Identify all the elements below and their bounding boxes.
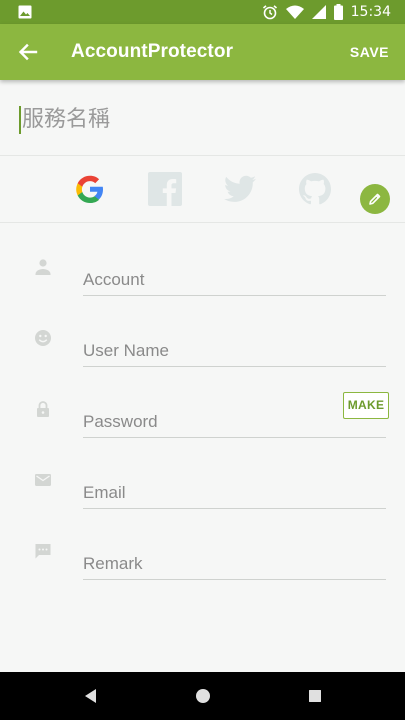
username-label: User Name: [83, 341, 169, 360]
make-password-button[interactable]: MAKE: [343, 392, 389, 419]
lock-icon: [37, 401, 49, 417]
google-icon[interactable]: [73, 172, 107, 206]
signal-icon: [311, 5, 326, 19]
app-bar: AccountProtector SAVE: [0, 24, 405, 80]
account-underline: [83, 295, 386, 296]
wifi-icon: [285, 5, 304, 19]
email-underline: [83, 508, 386, 509]
back-triangle-icon[interactable]: [81, 686, 101, 706]
remark-underline: [83, 579, 386, 580]
alarm-icon: [262, 5, 277, 20]
facebook-icon[interactable]: [148, 172, 182, 206]
status-time: 15:34: [350, 4, 391, 20]
username-field[interactable]: User Name: [0, 329, 405, 389]
account-label: Account: [83, 270, 145, 289]
mail-icon: [35, 474, 51, 486]
navigation-bar: [0, 672, 405, 720]
arrow-back-icon[interactable]: [14, 38, 42, 66]
email-label: Email: [83, 483, 126, 502]
person-icon: [35, 259, 51, 275]
password-field[interactable]: Password MAKE: [0, 392, 405, 460]
face-icon: [35, 330, 51, 346]
image-icon: [18, 5, 32, 19]
status-bar: 15:34: [0, 0, 405, 24]
page-title: AccountProtector: [71, 41, 234, 62]
remark-field[interactable]: Remark: [0, 542, 405, 602]
username-underline: [83, 366, 386, 367]
account-field[interactable]: Account: [0, 258, 405, 318]
save-button[interactable]: SAVE: [346, 38, 393, 66]
remark-label: Remark: [83, 554, 143, 573]
text-cursor: [19, 106, 21, 134]
email-field[interactable]: Email: [0, 471, 405, 531]
github-icon[interactable]: [298, 172, 332, 206]
recents-square-icon[interactable]: [305, 686, 325, 706]
social-login-row: [0, 156, 405, 223]
password-label: Password: [83, 412, 158, 431]
service-name-row: 服務名稱: [0, 80, 405, 214]
service-name-input[interactable]: 服務名稱: [22, 106, 110, 134]
password-underline: [83, 437, 386, 438]
comment-icon: [35, 544, 51, 559]
battery-icon: [333, 4, 343, 20]
twitter-icon[interactable]: [223, 172, 257, 206]
home-circle-icon[interactable]: [193, 686, 213, 706]
